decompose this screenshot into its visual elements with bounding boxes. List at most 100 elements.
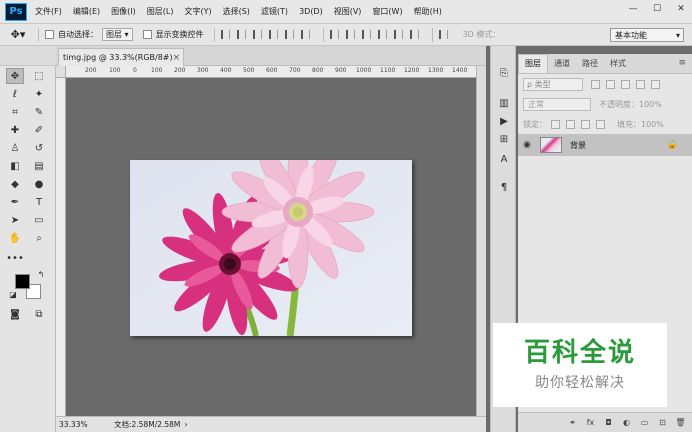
document-image[interactable] [130,160,412,336]
quick-mask-icon[interactable]: ◙ [6,306,24,322]
magic-wand-icon[interactable]: ✦ [30,86,48,102]
tab-paths[interactable]: 路径 [576,58,604,73]
tab-layers[interactable]: 图层 [518,54,548,73]
new-layer-icon[interactable]: ⊡ [657,418,668,427]
workspace-dropdown[interactable]: 基本功能 ▾ [610,28,684,42]
vertical-scrollbar[interactable] [476,66,486,416]
align-right-icon[interactable] [300,30,310,39]
brush-tool-icon[interactable]: ✐ [30,122,48,138]
opacity-field[interactable]: 不透明度：100% [599,99,662,110]
align-left-icon[interactable] [268,30,278,39]
new-group-icon[interactable]: ▭ [639,418,650,427]
filter-smart-object-icon[interactable] [651,79,660,89]
panel-menu-icon[interactable]: ≡ [678,58,686,68]
maximize-icon[interactable]: ☐ [650,2,664,16]
history-panel-icon[interactable]: ⎘ [497,66,511,80]
menu-type[interactable]: 文字(Y) [184,6,211,17]
close-icon[interactable]: ✕ [674,2,688,16]
lock-transparent-icon[interactable] [551,119,560,129]
menu-layer[interactable]: 图层(L) [147,6,174,17]
tab-styles[interactable]: 样式 [604,58,632,73]
menu-select[interactable]: 选择(S) [223,6,250,17]
fill-field[interactable]: 填充：100% [617,119,664,130]
zoom-tool-icon[interactable]: ⌕ [30,230,48,246]
zoom-level[interactable]: 33.33% [56,420,88,429]
document-tab[interactable]: timg.jpg @ 33.3%(RGB/8#) × [58,48,184,66]
align-top-icon[interactable] [220,30,230,39]
gradient-tool-icon[interactable]: ▤ [30,158,48,174]
show-transform-checkbox[interactable] [142,30,152,39]
auto-select-dropdown[interactable]: 图层 ▾ [102,28,133,41]
foreground-color-swatch[interactable] [15,274,30,289]
properties-panel-icon[interactable]: ▥ [497,96,511,110]
menu-view[interactable]: 视图(V) [334,6,362,17]
menu-image[interactable]: 图像(I) [111,6,136,17]
dodge-tool-icon[interactable]: ● [30,176,48,192]
status-menu-arrow[interactable]: › [184,420,187,429]
options-bar: ✥▾ 自动选择： 图层 ▾ 显示变换控件 3D 模式： 基本功能 ▾ [0,24,692,46]
auto-select-checkbox[interactable] [45,30,54,39]
filter-pixel-icon[interactable] [591,79,600,89]
delete-layer-icon[interactable]: 🗑 [675,418,686,427]
minimize-icon[interactable]: — [626,2,640,16]
swap-colors-icon[interactable]: ↰ [32,266,50,282]
character-panel-icon[interactable]: A [497,152,511,166]
align-hcenter-icon[interactable] [284,30,294,39]
layer-style-icon[interactable]: fx [585,418,596,427]
type-tool-icon[interactable]: T [30,194,48,210]
horizontal-ruler[interactable]: 200 100 0 100 200 300 400 500 600 700 80… [66,66,476,78]
ruler-origin[interactable] [56,66,66,78]
menu-help[interactable]: 帮助(H) [414,6,442,17]
history-brush-icon[interactable]: ↺ [30,140,48,156]
filter-type-icon[interactable] [621,79,630,89]
distribute-bottom-icon[interactable] [361,30,371,39]
pen-tool-icon[interactable]: ✒ [6,194,24,210]
menu-filter[interactable]: 滤镜(T) [261,6,288,17]
hand-tool-icon[interactable]: ✋ [6,230,24,246]
marquee-tool-icon[interactable]: ⬚ [30,68,48,84]
distribute-hcenter-icon[interactable] [393,30,403,39]
distribute-top-icon[interactable] [329,30,339,39]
distribute-right-icon[interactable] [409,30,419,39]
layer-filter-dropdown[interactable]: ρ 类型 [523,77,583,91]
auto-align-icon[interactable] [438,30,448,39]
menu-edit[interactable]: 编辑(E) [73,6,100,17]
distribute-left-icon[interactable] [377,30,387,39]
menu-3d[interactable]: 3D(D) [299,7,323,16]
link-layers-icon[interactable]: ⚭ [567,418,578,427]
lock-pixels-icon[interactable] [566,119,575,129]
visibility-eye-icon[interactable]: ◉ [518,140,536,150]
lock-position-icon[interactable] [581,119,590,129]
align-bottom-icon[interactable] [252,30,262,39]
path-selection-icon[interactable]: ➤ [6,212,24,228]
info-panel-icon[interactable]: ⊞ [497,132,511,146]
layer-row-background[interactable]: ◉ 背景 🔒 [518,134,692,156]
move-tool-icon[interactable]: ✥ [6,68,24,84]
align-vcenter-icon[interactable] [236,30,246,39]
crop-tool-icon[interactable]: ⌗ [6,104,24,120]
clone-stamp-icon[interactable]: ♙ [6,140,24,156]
healing-brush-icon[interactable]: ✚ [6,122,24,138]
filter-adjustment-icon[interactable] [606,79,615,89]
add-mask-icon[interactable]: ◘ [603,418,614,427]
blur-tool-icon[interactable]: ◆ [6,176,24,192]
blend-mode-dropdown[interactable]: 正常 [523,97,591,111]
eyedropper-icon[interactable]: ✎ [30,104,48,120]
paragraph-panel-icon[interactable]: ¶ [497,180,511,194]
vertical-ruler[interactable] [56,78,66,416]
screen-mode-icon[interactable]: ⧉ [30,306,48,322]
eraser-tool-icon[interactable]: ◧ [6,158,24,174]
lock-all-icon[interactable] [596,119,605,129]
tab-channels[interactable]: 通道 [548,58,576,73]
filter-shape-icon[interactable] [636,79,645,89]
shape-tool-icon[interactable]: ▭ [30,212,48,228]
actions-panel-icon[interactable]: ▶ [497,114,511,128]
lasso-tool-icon[interactable]: ℓ [6,86,24,102]
move-tool-preset-icon[interactable]: ✥▾ [4,27,32,43]
menu-window[interactable]: 窗口(W) [372,6,402,17]
close-tab-icon[interactable]: × [173,53,181,63]
adjustment-layer-icon[interactable]: ◐ [621,418,632,427]
menu-file[interactable]: 文件(F) [35,6,62,17]
distribute-vcenter-icon[interactable] [345,30,355,39]
more-tools-icon[interactable]: ••• [6,250,24,266]
